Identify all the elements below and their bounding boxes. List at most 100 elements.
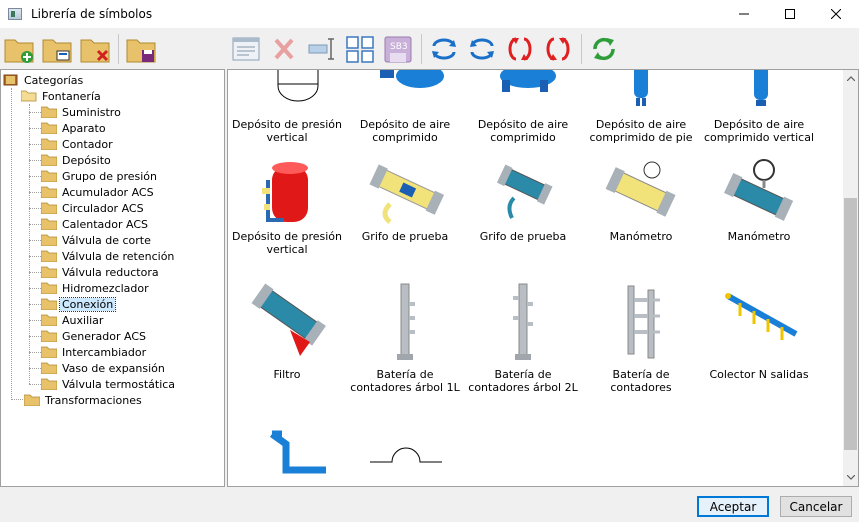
tree-item[interactable]: Aparato [41,120,108,136]
symbol-item[interactable]: Grifo de prueba [464,156,582,258]
horizontal-air-tank-icon [500,70,556,92]
symbol-grid[interactable]: Depósito de presión vertical Depósito de… [227,69,859,487]
tree-root[interactable]: Categorías [3,72,85,88]
pressure-tank-outline-icon [277,70,319,102]
meter-tree-2l-icon [513,283,533,360]
save-sb3-button[interactable]: SB3 [381,32,415,66]
grid-scrollbar[interactable] [843,70,858,486]
tree-item-label: Acumulador ACS [62,185,154,199]
maximize-button[interactable] [767,0,813,28]
view-grid-button[interactable] [343,32,377,66]
symbol-item[interactable] [346,424,464,486]
pressure-gauge-icon [724,159,794,221]
refresh-button[interactable] [587,32,621,66]
chevron-up-icon [846,76,855,81]
tree-item[interactable]: Generador ACS [41,328,148,344]
symbol-item[interactable]: Depósito de presión vertical [228,70,346,146]
tree-item[interactable]: Auxiliar [41,312,105,328]
test-tap-icon [496,164,553,219]
folder-icon [41,378,57,390]
symbol-item[interactable]: Grifo de prueba [346,156,464,258]
folder-icon [41,218,57,230]
tree-item[interactable]: Contador [41,136,115,152]
tree-item-label: Calentador ACS [62,217,148,231]
tree-item-label: Generador ACS [62,329,147,343]
tree-item[interactable]: Calentador ACS [41,216,150,232]
tree-item[interactable]: Hidromezclador [41,280,151,296]
chevron-down-icon [846,475,855,480]
tree-item-label: Circulador ACS [62,201,144,215]
folder-icon [41,282,57,294]
folder-icon [41,266,57,278]
dialog-footer: Aceptar Cancelar [0,487,859,522]
scroll-thumb[interactable] [844,198,857,450]
tree-item-label: Válvula reductora [62,265,159,279]
symbol-item[interactable]: Batería de contadores árbol 2L [464,282,582,396]
symbol-item[interactable]: Manómetro [582,156,700,258]
symbol-item[interactable]: Manómetro [700,156,818,258]
folder-delete-icon [80,39,110,63]
tree-item[interactable]: Conexión [41,296,117,312]
flip-vertical-alt-button[interactable] [541,32,575,66]
scroll-up-button[interactable] [843,70,858,87]
tree-item[interactable]: Depósito [41,152,113,168]
symbol-item[interactable]: Depósito de aire comprimido vertical 3D [700,70,818,146]
rotate-left-button[interactable] [427,32,461,66]
tree-item-transformaciones[interactable]: Transformaciones [24,392,144,408]
tree-item[interactable]: Intercambiador [41,344,148,360]
close-button[interactable] [813,0,859,28]
delete-folder-button[interactable] [78,32,112,66]
minimize-icon [739,13,749,15]
delete-symbol-button[interactable] [267,32,301,66]
window-properties-icon [232,37,260,61]
save-folder-button[interactable] [124,32,158,66]
scroll-down-button[interactable] [843,469,858,486]
folder-icon [41,346,57,358]
title-bar: Librería de símbolos [0,0,859,28]
tree-item-label: Intercambiador [62,345,147,359]
new-folder-button[interactable] [2,32,36,66]
symbol-item[interactable]: Depósito de aire comprimido horizon... [464,70,582,146]
tree-group-fontaneria[interactable]: Fontanería [21,88,103,104]
accept-button[interactable]: Aceptar [697,496,769,517]
rename-button[interactable] [305,32,339,66]
symbol-item[interactable]: Filtro [228,282,346,396]
symbol-item[interactable]: Colector N salidas [700,282,818,396]
tree-item[interactable]: Suministro [41,104,123,120]
grid-view-icon [346,36,374,63]
tree-item-label: Depósito [62,153,111,167]
tree-item[interactable]: Acumulador ACS [41,184,156,200]
vertical-air-tank-icon [754,70,768,106]
symbol-item[interactable] [228,424,346,486]
tree-item[interactable]: Circulador ACS [41,200,146,216]
rotate-horizontal-left-icon [432,38,456,60]
tree-item[interactable]: Válvula de retención [41,248,176,264]
tree-item-label: Conexión [58,296,117,312]
tree-item[interactable]: Vaso de expansión [41,360,167,376]
folder-add-icon [4,39,34,63]
symbol-item[interactable]: Batería de contadores [582,282,700,396]
category-tree[interactable]: Categorías Fontanería Suministro Aparato C… [0,69,225,487]
tree-item[interactable]: Grupo de presión [41,168,159,184]
cancel-button[interactable]: Cancelar [780,496,852,517]
pressure-gauge-icon [605,161,676,217]
meter-tree-1l-icon [397,283,415,360]
symbol-item[interactable]: Depósito de aire comprimido de pie 3D [582,70,700,146]
open-folder-icon [21,90,37,102]
rotate-right-button[interactable] [465,32,499,66]
pipe-arc-icon [370,447,442,463]
folder-icon [41,250,57,262]
edit-folder-button[interactable] [40,32,74,66]
folder-icon [41,154,57,166]
tree-item[interactable]: Válvula reductora [41,264,161,280]
category-book-icon [3,74,18,86]
flip-vertical-button[interactable] [503,32,537,66]
symbol-item[interactable]: Depósito de aire comprimido horizon... [346,70,464,146]
tree-item[interactable]: Válvula termostática [41,376,177,392]
properties-button[interactable] [229,32,263,66]
minimize-button[interactable] [721,0,767,28]
tree-item[interactable]: Válvula de corte [41,232,153,248]
test-tap-icon [369,164,445,224]
symbol-item[interactable]: Batería de contadores árbol 1L [346,282,464,396]
symbol-item[interactable]: Depósito de presión vertical [228,156,346,258]
